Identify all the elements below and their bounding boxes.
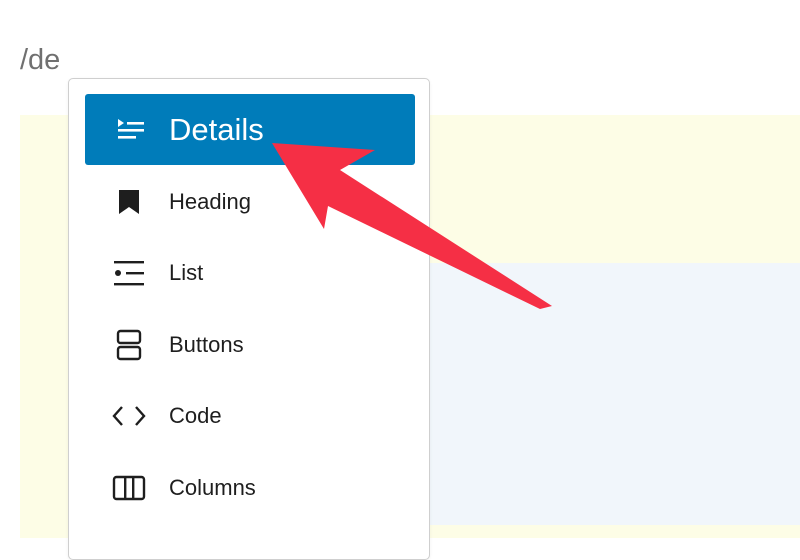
columns-icon bbox=[107, 466, 151, 510]
menu-item-heading[interactable]: Heading bbox=[85, 167, 415, 237]
bookmark-icon bbox=[107, 180, 151, 224]
menu-item-label: Details bbox=[169, 111, 264, 147]
details-icon bbox=[109, 108, 153, 152]
block-inserter-popover: Details Heading List Buttons Code Column… bbox=[68, 78, 430, 560]
menu-item-label: Heading bbox=[169, 189, 251, 214]
code-icon bbox=[107, 394, 151, 438]
slash-command-text[interactable]: /de bbox=[20, 40, 60, 80]
buttons-icon bbox=[107, 323, 151, 367]
menu-item-label: Columns bbox=[169, 475, 256, 500]
menu-item-label: Code bbox=[169, 403, 222, 428]
inner-block-background bbox=[430, 263, 800, 525]
menu-item-columns[interactable]: Columns bbox=[85, 453, 415, 523]
menu-item-buttons[interactable]: Buttons bbox=[85, 310, 415, 380]
menu-item-details[interactable]: Details bbox=[85, 94, 415, 165]
menu-item-code[interactable]: Code bbox=[85, 381, 415, 451]
text-above-fold bbox=[20, 0, 380, 4]
menu-item-label: List bbox=[169, 260, 204, 285]
menu-item-label: Buttons bbox=[169, 332, 244, 357]
menu-item-list[interactable]: List bbox=[85, 238, 415, 308]
list-icon bbox=[107, 251, 151, 295]
